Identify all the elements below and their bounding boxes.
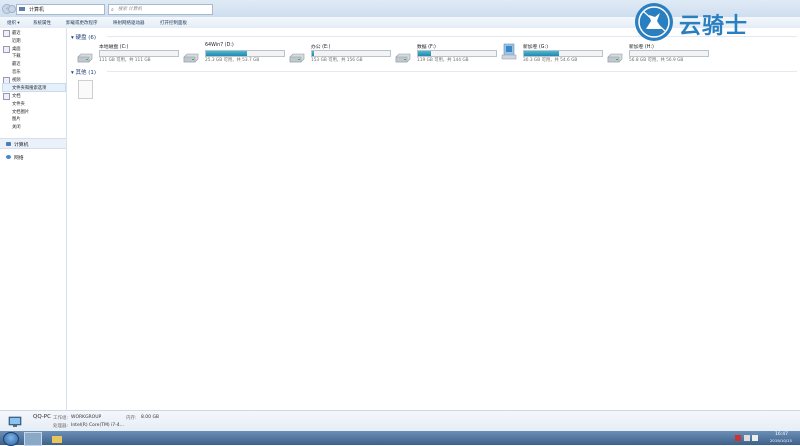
sidebar-item[interactable]: 图片 — [12, 116, 21, 122]
drive-name: 新加卷 (G:) — [523, 45, 548, 50]
sidebar-item[interactable]: 文档图片 — [12, 109, 29, 115]
search-icon: ⌕ — [111, 7, 114, 13]
drive-usage-fill — [312, 51, 314, 56]
map-network-drive-button[interactable]: 映射网络驱动器 — [113, 20, 145, 26]
clock-date[interactable]: 2019/10/15 — [770, 438, 792, 443]
computer-label: 计算机 — [14, 143, 29, 148]
drive-free-space: 56.8 GB 可用，共 56.9 GB — [629, 58, 684, 63]
watermark-logo: 云骑士 — [635, 3, 785, 41]
hard-drive-icon — [183, 53, 199, 63]
computer-icon — [6, 142, 11, 146]
sidebar-item[interactable]: 桌面 — [12, 46, 21, 52]
drive-tile[interactable]: 办公 (E:) 153 GB 可用，共 156 GB — [283, 43, 391, 73]
hard-drive-icon — [77, 53, 93, 63]
drive-tile[interactable]: 数据 (F:) 119 GB 可用，共 144 GB — [389, 43, 497, 73]
drive-usage-bar — [311, 50, 391, 57]
windows-drive-icon — [501, 43, 517, 60]
navigation-pane: 最近 近期 桌面 下载 最近 音乐 视频 文件夹和搜索选项 文档 文件夹 文档图… — [0, 28, 67, 430]
taskbar-explorer-button[interactable] — [24, 432, 62, 446]
organize-button[interactable]: 组织 ▾ — [7, 20, 20, 26]
hard-drive-icon — [607, 53, 623, 63]
sidebar-item-selected[interactable]: 文件夹和搜索选项 — [2, 83, 66, 92]
network-label: 网络 — [14, 156, 24, 161]
pc-name: QQ-PC — [33, 414, 51, 420]
drive-free-space: 119 GB 可用，共 144 GB — [417, 58, 469, 63]
address-field[interactable]: 计算机 — [16, 4, 105, 15]
sidebar-item[interactable]: 近期 — [12, 38, 21, 44]
address-text: 计算机 — [29, 7, 45, 13]
drive-tile[interactable]: 64Win7 (D:) 25.3 GB 可用，共 53.7 GB — [177, 43, 285, 73]
details-pane: QQ-PC 工作组: WORKGROUP 内存: 8.00 GB 处理器: In… — [0, 410, 800, 432]
computer-icon — [8, 416, 22, 427]
network-icon — [6, 155, 11, 159]
workgroup-label: 工作组: — [53, 416, 69, 421]
knight-icon — [635, 3, 673, 41]
drive-free-space: 153 GB 可用，共 156 GB — [311, 58, 363, 63]
volume-icon[interactable] — [752, 435, 758, 441]
sidebar-item[interactable]: 音乐 — [12, 69, 21, 75]
memory-label: 内存: — [126, 416, 137, 421]
drive-free-space: 30.3 GB 可用，共 54.6 GB — [523, 58, 578, 63]
drive-name: 64Win7 (D:) — [205, 43, 234, 48]
drive-tile[interactable]: 新加卷 (G:) 30.3 GB 可用，共 54.6 GB — [495, 43, 603, 73]
drive-free-space: 25.3 GB 可用，共 53.7 GB — [205, 58, 260, 63]
other-header-text: 其他 (1) — [75, 70, 97, 76]
processor-value: Intel(R) Core(TM) i7-4... — [71, 423, 124, 428]
drive-name: 办公 (E:) — [311, 45, 331, 50]
forward-icon[interactable] — [8, 5, 16, 13]
system-properties-button[interactable]: 系统属性 — [33, 20, 51, 26]
drive-usage-fill — [524, 51, 560, 56]
uninstall-program-button[interactable]: 卸载或更改程序 — [66, 20, 98, 26]
drive-usage-bar — [417, 50, 497, 57]
search-input[interactable]: ⌕ 搜索 计算机 — [108, 4, 213, 15]
hard-drive-icon — [289, 53, 305, 63]
drive-name: 数据 (F:) — [417, 45, 436, 50]
other-header[interactable]: ▾ 其他 (1) — [71, 68, 96, 76]
clock-time[interactable]: 16:47 — [775, 432, 788, 437]
drive-usage-bar — [629, 50, 709, 57]
drive-name: 新加卷 (H:) — [629, 45, 654, 50]
computer-icon — [19, 7, 25, 11]
drive-usage-bar — [205, 50, 285, 57]
watermark-text: 云骑士 — [679, 14, 749, 39]
sidebar-item[interactable]: 文件夹 — [12, 101, 25, 107]
hard-drive-icon — [395, 53, 411, 63]
drive-usage-bar — [99, 50, 179, 57]
sidebar-item[interactable]: 关闭 — [12, 124, 21, 130]
divider — [107, 71, 797, 72]
collapse-icon: ▾ — [71, 70, 74, 76]
sidebar-computer-node[interactable]: 计算机 — [0, 138, 66, 149]
delete-icon — [3, 93, 10, 100]
drive-free-space: 111 GB 可用，共 111 GB — [99, 58, 151, 63]
folder-icon — [52, 436, 62, 443]
favorites-icon — [3, 30, 10, 37]
library-icon — [3, 46, 10, 53]
drive-name: 本地磁盘 (C:) — [99, 45, 129, 50]
drive-usage-bar — [523, 50, 603, 57]
network-tray-icon[interactable] — [744, 435, 750, 441]
sidebar-item[interactable]: 下载 — [12, 53, 21, 59]
collapse-icon: ▾ — [71, 35, 74, 41]
sidebar-item-label: 文件夹和搜索选项 — [12, 86, 47, 91]
memory-value: 8.00 GB — [141, 415, 160, 420]
content-pane: ▾ 硬盘 (6) 本地磁盘 (C:) 111 GB 可用，共 111 GB 64Wi… — [67, 28, 800, 410]
taskbar: 16:47 2019/10/15 — [0, 431, 800, 446]
hard-disks-header[interactable]: ▾ 硬盘 (6) — [71, 33, 96, 41]
hard-disks-header-text: 硬盘 (6) — [75, 35, 97, 41]
drive-usage-fill — [206, 51, 248, 56]
document-icon[interactable] — [78, 80, 93, 99]
sidebar-item[interactable]: 最近 — [12, 61, 21, 67]
workgroup-value: WORKGROUP — [71, 415, 102, 420]
tray-app-icon[interactable] — [735, 435, 741, 441]
drive-usage-fill — [418, 51, 432, 56]
sidebar-item[interactable]: 文档 — [12, 93, 21, 99]
open-control-panel-button[interactable]: 打开控制面板 — [160, 20, 187, 26]
start-button[interactable] — [3, 432, 19, 446]
sidebar-item[interactable]: 最近 — [12, 30, 21, 36]
search-placeholder: 搜索 计算机 — [118, 7, 142, 12]
processor-label: 处理器: — [53, 424, 69, 429]
drive-tile[interactable]: 新加卷 (H:) 56.8 GB 可用，共 56.9 GB — [601, 43, 709, 73]
